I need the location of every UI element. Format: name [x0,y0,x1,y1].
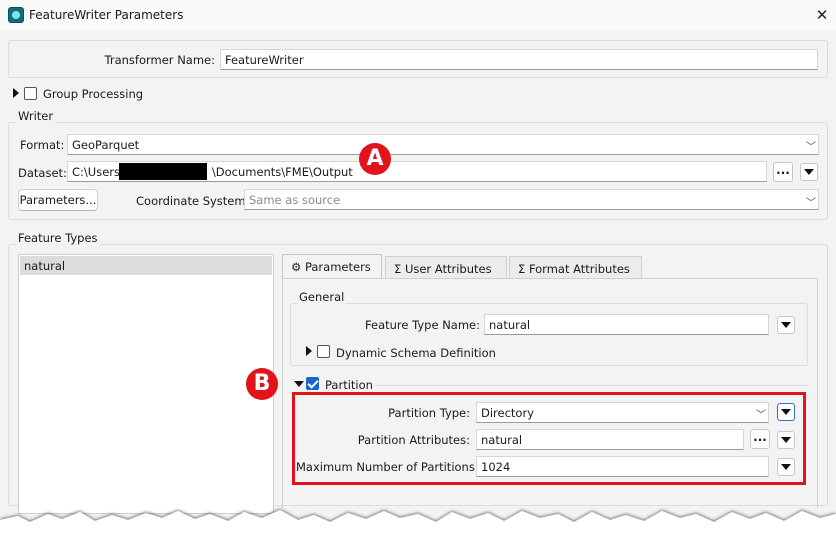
feature-type-name-label: Feature Type Name: [365,318,480,332]
group-processing-label: Group Processing [43,87,144,101]
dataset-browse-button[interactable]: ... [773,162,793,182]
partition-checkbox[interactable] [306,377,319,390]
sigma-icon: Σ [394,262,402,276]
format-label: Format: [20,138,65,152]
group-processing-checkbox[interactable] [24,87,37,100]
highlight-box [292,392,806,485]
transformer-name-label: Transformer Name: [104,53,215,67]
writer-section-label: Writer [16,109,56,123]
dynamic-schema-label: Dynamic Schema Definition [336,346,496,360]
chevron-down-icon[interactable]: ﹀ [806,194,816,209]
tab-label: Parameters [304,260,371,274]
tab-format-attributes[interactable]: Σ Format Attributes [509,256,642,279]
gear-icon: ⚙ [291,260,302,274]
partition-section-label: Partition [325,378,373,392]
chevron-down-icon[interactable]: ﹀ [806,138,816,153]
sigma-icon: Σ [518,262,526,276]
partition-divider [376,385,808,386]
annotation-marker-b: B [246,368,278,400]
triangle-down-icon [804,169,814,175]
tab-user-attributes[interactable]: Σ User Attributes [385,256,507,279]
triangle-down-icon [781,322,791,328]
list-item[interactable]: natural [20,256,272,275]
tab-parameters[interactable]: ⚙ Parameters [282,254,382,279]
window-title: FeatureWriter Parameters [29,8,184,22]
annotation-marker-a: A [359,143,391,175]
dynamic-schema-checkbox[interactable] [317,345,330,358]
dataset-label: Dataset: [18,166,67,180]
torn-edge-decoration [0,510,836,536]
redaction-bar [119,163,207,180]
feature-types-section-label: Feature Types [16,231,100,245]
fme-app-icon [8,7,24,23]
coord-system-label: Coordinate System: [136,194,250,208]
tab-label: User Attributes [404,262,492,276]
feature-type-name-options-button[interactable] [777,316,795,334]
dataset-options-button[interactable] [800,163,818,181]
close-icon[interactable]: ✕ [812,5,832,25]
general-section-label: General [297,290,347,304]
expand-arrow-icon[interactable] [306,346,312,356]
dataset-prefix: C:\Users\ [72,165,124,179]
coord-system-select[interactable]: Same as source [244,189,819,210]
expand-arrow-icon[interactable] [13,88,19,98]
transformer-name-input[interactable]: FeatureWriter [220,49,818,70]
writer-parameters-button[interactable]: Parameters... [18,189,98,211]
tab-label: Format Attributes [528,262,630,276]
feature-types-list[interactable]: natural [18,254,274,514]
format-value: GeoParquet [72,138,140,152]
coord-system-placeholder: Same as source [249,193,341,207]
collapse-arrow-icon[interactable] [294,381,304,387]
title-bar: FeatureWriter Parameters ✕ [0,0,836,30]
format-select[interactable]: GeoParquet [67,134,819,155]
feature-type-name-input[interactable]: natural [484,314,769,335]
dataset-suffix: \Documents\FME\Output [211,165,353,179]
